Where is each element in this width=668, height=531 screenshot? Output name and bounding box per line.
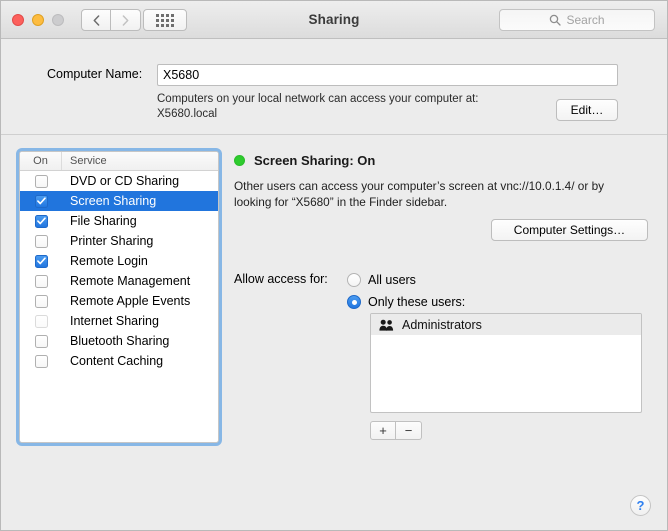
service-enable-checkbox[interactable] xyxy=(34,234,48,248)
column-header-on: On xyxy=(20,152,62,170)
status-indicator-dot xyxy=(234,154,245,166)
service-description: Other users can access your computer’s s… xyxy=(234,179,605,209)
service-checkbox-cell xyxy=(20,334,62,348)
help-button[interactable]: ? xyxy=(630,495,651,516)
service-enable-checkbox[interactable] xyxy=(34,354,48,368)
sharing-preferences-window: Sharing Search Computer Name: Computers … xyxy=(0,0,668,531)
window-titlebar: Sharing Search xyxy=(1,1,667,39)
service-name-label: Remote Management xyxy=(70,274,191,288)
service-enable-checkbox[interactable] xyxy=(34,194,48,208)
service-name-label: Printer Sharing xyxy=(70,234,154,248)
service-checkbox-cell xyxy=(20,214,62,228)
service-name-label: File Sharing xyxy=(70,214,137,228)
service-name-label: Content Caching xyxy=(70,354,164,368)
service-checkbox-cell xyxy=(20,234,62,248)
service-row[interactable]: Remote Management xyxy=(20,271,218,291)
service-name-label: Bluetooth Sharing xyxy=(70,334,170,348)
service-status-text: Screen Sharing: On xyxy=(254,152,376,168)
service-enable-checkbox[interactable] xyxy=(34,174,48,188)
service-enable-checkbox[interactable] xyxy=(34,214,48,228)
service-detail-pane: Screen Sharing: On Other users can acces… xyxy=(234,151,654,241)
services-list-body: DVD or CD Sharing Screen Sharing File Shar… xyxy=(20,171,218,371)
computer-name-help: Computers on your local network can acce… xyxy=(157,92,557,122)
service-checkbox-cell xyxy=(20,254,62,268)
computer-name-local-address: X5680.local xyxy=(157,108,218,120)
service-checkbox-cell xyxy=(20,314,62,328)
radio-center-dot xyxy=(351,299,357,305)
checkmark-icon xyxy=(36,257,46,265)
service-row[interactable]: Remote Login xyxy=(20,251,218,271)
checkmark-icon xyxy=(36,217,46,225)
service-checkbox-cell xyxy=(20,174,62,188)
service-enable-checkbox[interactable] xyxy=(34,254,48,268)
allowed-users-rows: Administrators xyxy=(371,314,641,335)
service-row[interactable]: DVD or CD Sharing xyxy=(20,171,218,191)
radio-button[interactable] xyxy=(347,273,361,287)
radio-button[interactable] xyxy=(347,295,361,309)
user-name-label: Administrators xyxy=(402,317,482,332)
allow-access-option[interactable]: All users xyxy=(347,269,465,291)
service-name-label: DVD or CD Sharing xyxy=(70,174,180,188)
service-name-label: Remote Apple Events xyxy=(70,294,191,308)
service-status-line: Screen Sharing: On xyxy=(234,151,654,169)
allow-access-radio-group: All users Only these users: xyxy=(347,269,465,313)
service-checkbox-cell xyxy=(20,194,62,208)
service-name-label: Remote Login xyxy=(70,254,148,268)
add-user-button[interactable]: + xyxy=(370,421,396,440)
computer-name-input[interactable] xyxy=(157,64,618,86)
computer-settings-button[interactable]: Computer Settings… xyxy=(491,219,648,241)
service-enable-checkbox xyxy=(34,314,48,328)
users-add-remove-group: + − xyxy=(370,421,422,440)
section-divider xyxy=(1,134,667,135)
service-checkbox-cell xyxy=(20,294,62,308)
services-list-header: On Service xyxy=(20,152,218,171)
service-name-label: Screen Sharing xyxy=(70,194,157,208)
service-row[interactable]: Remote Apple Events xyxy=(20,291,218,311)
group-users-icon xyxy=(379,319,394,331)
services-list-panel[interactable]: On Service DVD or CD Sharing Screen Shari… xyxy=(19,151,219,443)
computer-name-label: Computer Name: xyxy=(47,67,143,81)
checkmark-icon xyxy=(36,197,46,205)
service-row[interactable]: Printer Sharing xyxy=(20,231,218,251)
service-name-label: Internet Sharing xyxy=(70,314,159,328)
computer-name-section: Computer Name: Computers on your local n… xyxy=(1,39,667,134)
search-field[interactable]: Search xyxy=(499,9,655,31)
service-row[interactable]: File Sharing xyxy=(20,211,218,231)
service-enable-checkbox[interactable] xyxy=(34,334,48,348)
radio-option-label: Only these users: xyxy=(368,295,466,309)
radio-option-label: All users xyxy=(368,273,416,287)
service-checkbox-cell xyxy=(20,274,62,288)
computer-name-help-line1: Computers on your local network can acce… xyxy=(157,93,479,105)
service-row[interactable]: Internet Sharing xyxy=(20,311,218,331)
service-row[interactable]: Content Caching xyxy=(20,351,218,371)
allowed-users-list[interactable]: Administrators xyxy=(370,313,642,413)
allow-access-label: Allow access for: xyxy=(234,272,328,286)
search-icon xyxy=(550,14,562,26)
service-enable-checkbox[interactable] xyxy=(34,274,48,288)
service-checkbox-cell xyxy=(20,354,62,368)
edit-computer-name-button[interactable]: Edit… xyxy=(556,99,618,121)
user-list-item[interactable]: Administrators xyxy=(371,314,641,335)
remove-user-button[interactable]: − xyxy=(396,421,422,440)
service-row[interactable]: Bluetooth Sharing xyxy=(20,331,218,351)
allow-access-option[interactable]: Only these users: xyxy=(347,291,465,313)
service-row[interactable]: Screen Sharing xyxy=(20,191,218,211)
column-header-service: Service xyxy=(70,155,107,167)
search-placeholder: Search xyxy=(566,13,605,27)
service-enable-checkbox[interactable] xyxy=(34,294,48,308)
